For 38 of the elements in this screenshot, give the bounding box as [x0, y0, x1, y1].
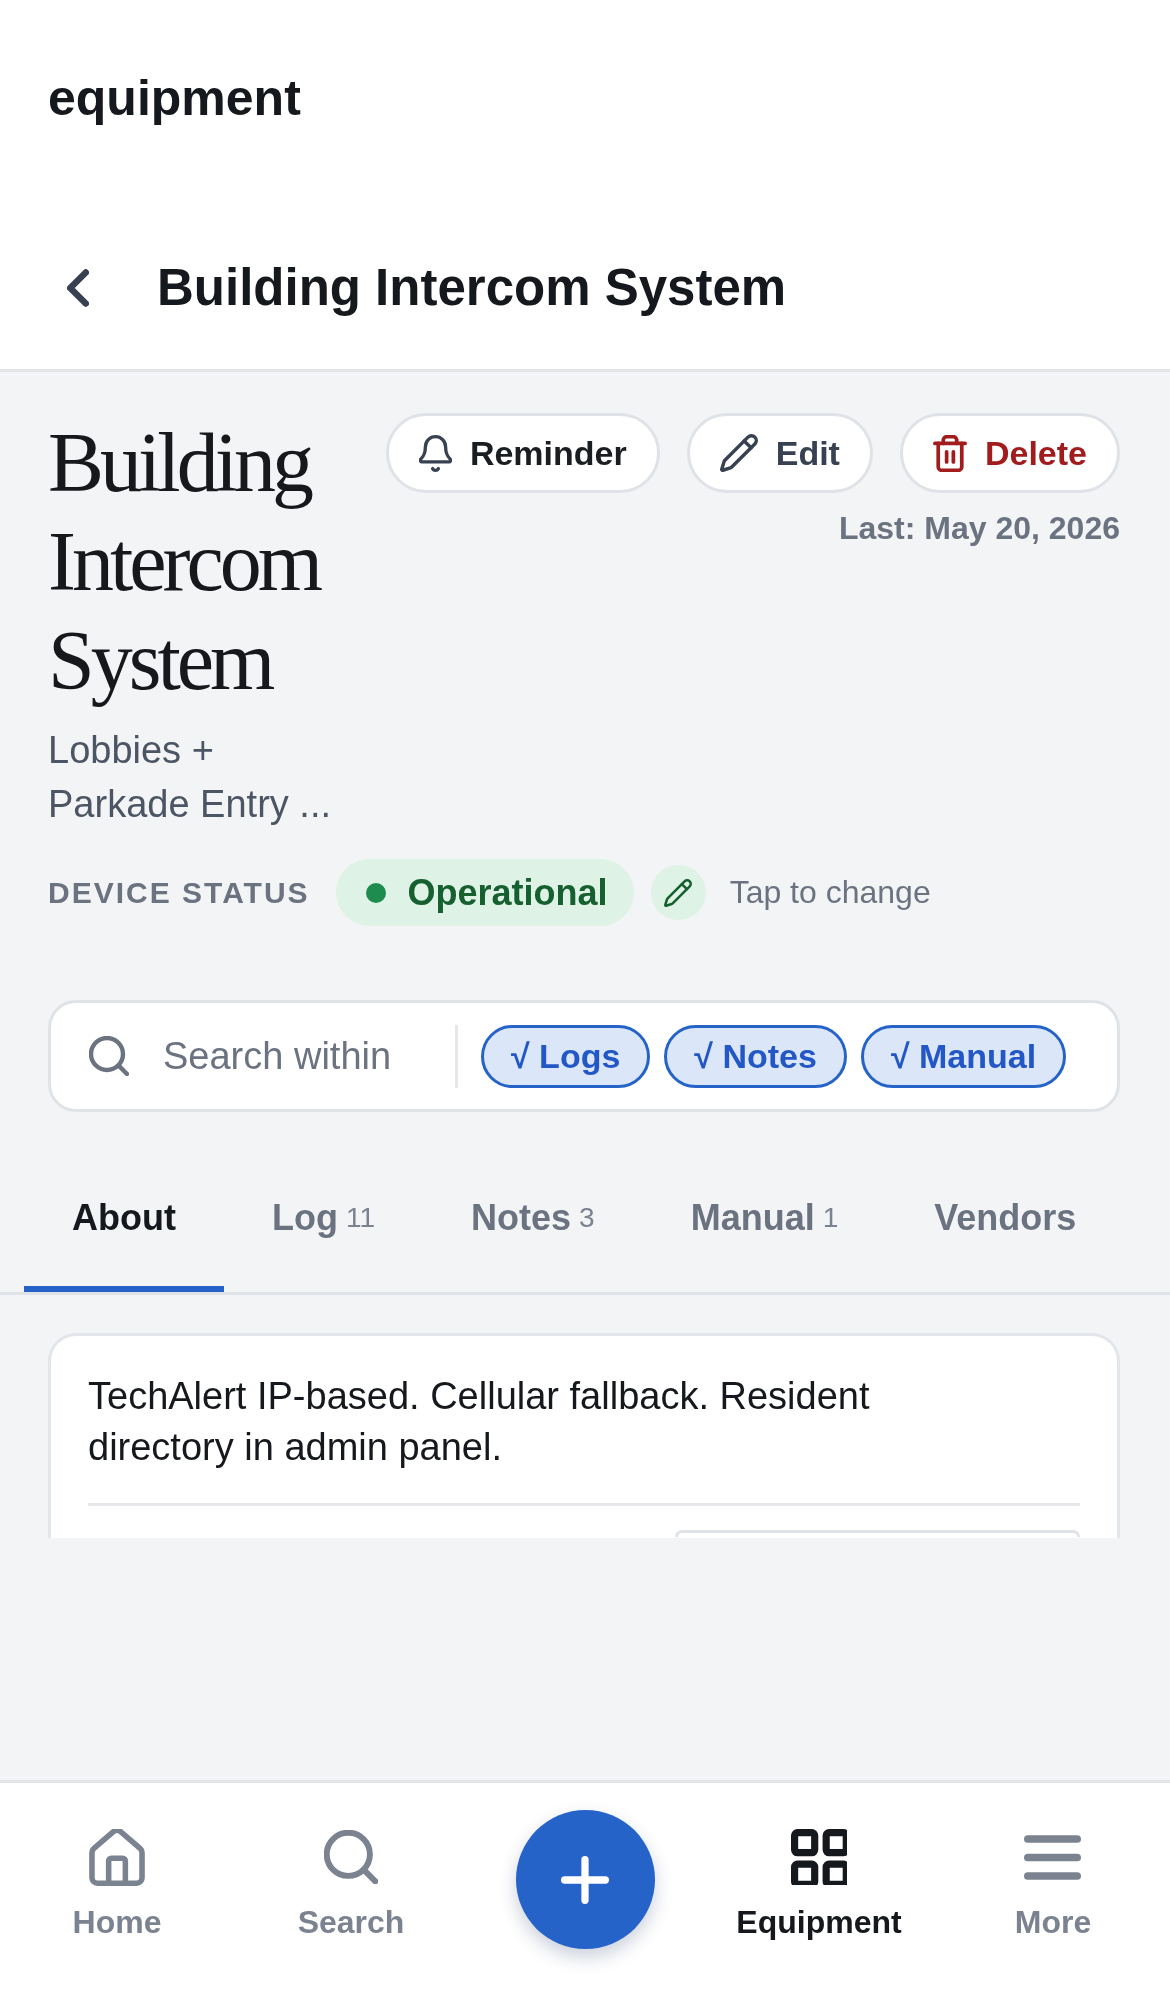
search-field[interactable]: Search within: [163, 1031, 419, 1081]
nav-item[interactable]: Equipment: [736, 1827, 902, 1942]
chevron-icon: [67, 269, 89, 307]
app-title: equipment: [48, 69, 301, 128]
tab[interactable]: Manual 1: [642, 1150, 887, 1292]
delete-button[interactable]: Delete: [899, 413, 1120, 493]
trash-icon: [932, 434, 967, 472]
tab[interactable]: About: [24, 1150, 224, 1292]
grid-icon: [791, 1829, 847, 1885]
filter-chip[interactable]: √ Notes: [664, 1024, 847, 1088]
page-title: Building Intercom System: [157, 258, 787, 318]
nav-item[interactable]: Home: [72, 1827, 162, 1942]
edit-button[interactable]: Edit: [686, 413, 873, 493]
clipped-button[interactable]: [675, 1530, 1080, 1537]
reminder-button[interactable]: Reminder: [385, 413, 660, 493]
description-text: TechAlert IP-based. Cellular fallback. Resident directory in admin panel.: [88, 1374, 871, 1470]
tab[interactable]: Vendors: [886, 1150, 1125, 1292]
house-icon: [89, 1828, 145, 1886]
equipment-name: Building Intercom System: [48, 415, 321, 709]
back-button[interactable]: [67, 269, 89, 307]
tab[interactable]: Notes 3: [423, 1150, 643, 1292]
status-button[interactable]: Operational: [335, 859, 634, 926]
status-label: DEVICE STATUS: [48, 875, 310, 910]
search-icon: [324, 1830, 378, 1884]
location-text: Lobbies + Parkade Entry ...: [48, 728, 332, 827]
bell-icon: [418, 434, 452, 472]
nav-item[interactable]: Search: [297, 1827, 405, 1942]
filter-chip[interactable]: √ Logs: [481, 1024, 651, 1088]
status-dot-icon: [365, 882, 386, 903]
hint-text: Tap to change: [729, 874, 931, 911]
tab[interactable]: Log 11: [223, 1150, 424, 1292]
search-icon: [89, 1036, 129, 1076]
filter-chip[interactable]: √ Manual: [860, 1024, 1067, 1088]
plus-icon: [561, 1855, 609, 1904]
last-updated-text: Last: May 20, 2026: [838, 509, 1120, 548]
pencil-icon: [719, 434, 758, 472]
menu-icon: [1024, 1834, 1082, 1880]
nav-item[interactable]: More: [1014, 1827, 1092, 1942]
